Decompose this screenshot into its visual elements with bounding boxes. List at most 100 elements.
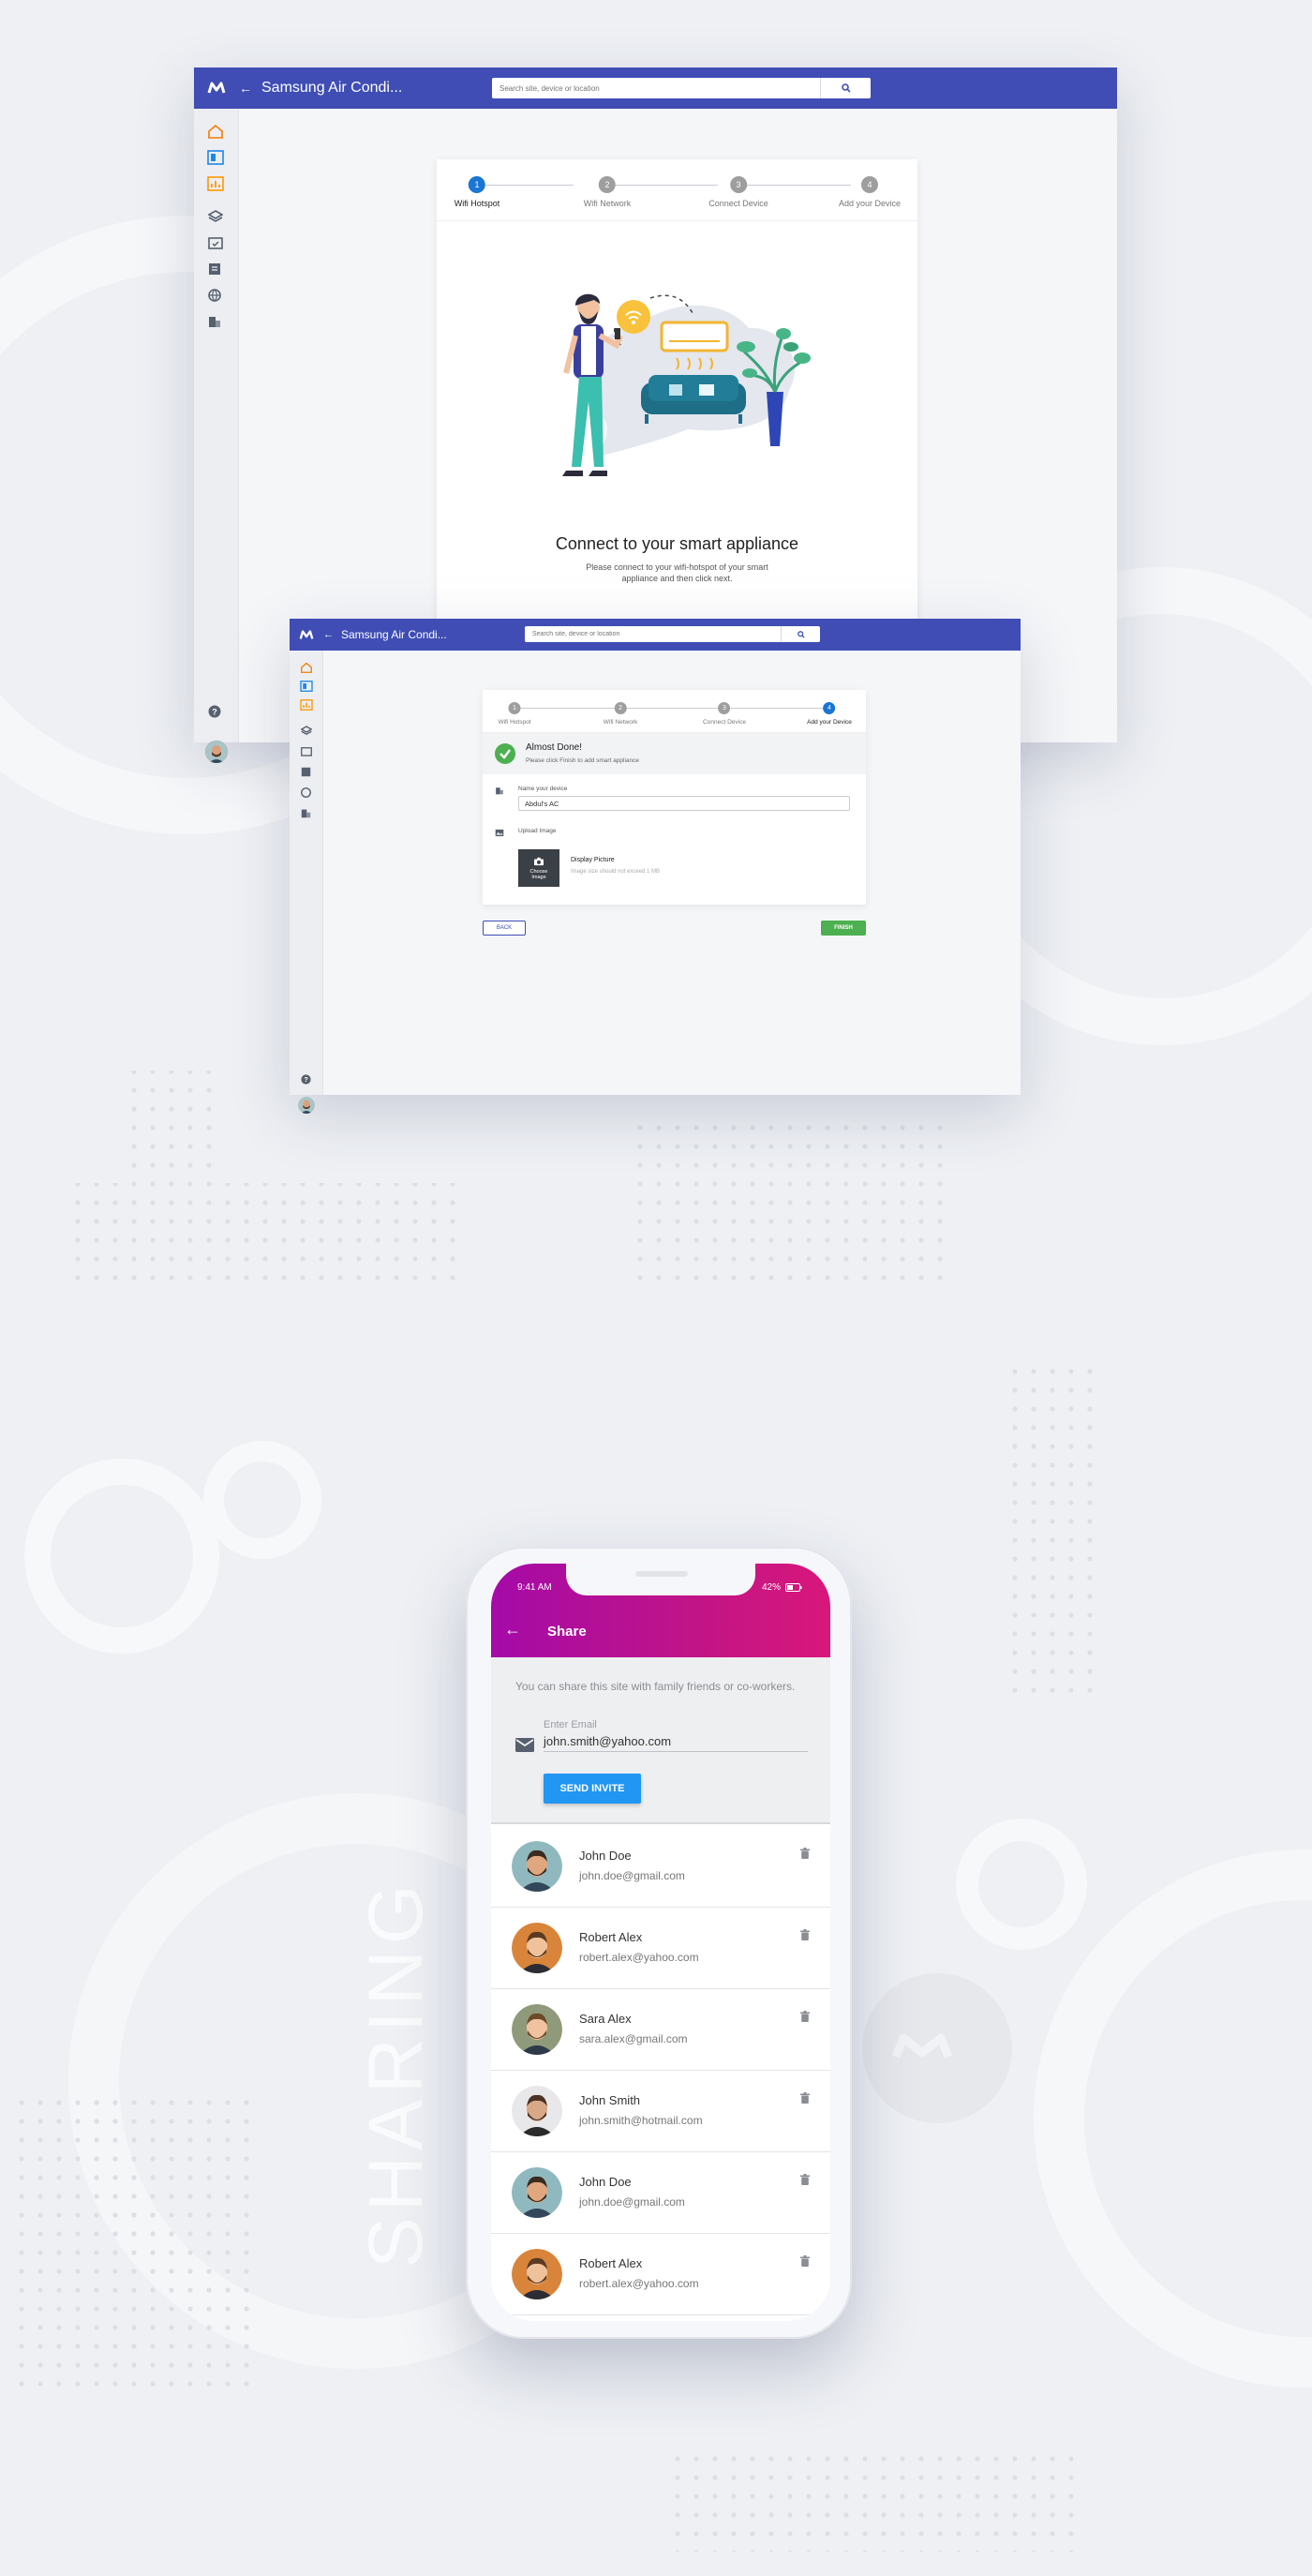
layers-icon[interactable]	[301, 726, 312, 736]
building-icon	[496, 787, 503, 795]
invite-section: You can share this site with family frie…	[491, 1657, 830, 1824]
analytics-icon[interactable]	[300, 699, 313, 711]
step-connect-device[interactable]: 3 Connect Device	[703, 702, 746, 726]
search-icon[interactable]	[781, 626, 820, 642]
calendar-icon[interactable]	[301, 746, 312, 756]
device-name-input[interactable]: Abdul's AC	[518, 796, 850, 811]
delete-icon[interactable]	[800, 1928, 810, 1945]
step-connect-device[interactable]: 3 Connect Device	[708, 176, 768, 208]
contact-row[interactable]: John Doe john.doe@gmail.com	[491, 1826, 830, 1908]
contact-avatar	[512, 2086, 562, 2136]
contact-row[interactable]: Robert Alex robert.alex@yahoo.com	[491, 2234, 830, 2315]
contact-row[interactable]: John Smith john.smith@hotmail.com	[491, 2071, 830, 2152]
contact-email: sara.alex@gmail.com	[579, 2032, 688, 2045]
search-input[interactable]	[492, 78, 820, 98]
brand-logo-icon[interactable]	[290, 619, 323, 651]
image-icon	[495, 829, 504, 837]
delete-icon[interactable]	[800, 2091, 810, 2108]
image-size-hint: Image size should not exceed 1 MB	[571, 869, 661, 875]
globe-icon[interactable]	[301, 787, 311, 798]
smart-home-illustration	[562, 293, 811, 476]
user-avatar[interactable]	[205, 741, 228, 763]
delete-icon[interactable]	[800, 1847, 810, 1864]
check-circle-icon	[495, 743, 515, 764]
user-avatar[interactable]	[298, 1097, 315, 1114]
contact-avatar	[512, 2167, 562, 2218]
document-icon[interactable]	[301, 767, 311, 777]
step-wifi-network[interactable]: 2 Wifi Network	[584, 176, 631, 208]
share-screen: 9:41 AM 42% ← Share You can share this s…	[491, 1564, 830, 2321]
success-subtitle: Please click Finish to add smart applian…	[526, 757, 640, 764]
device-title: Samsung Air Condi...	[261, 80, 403, 96]
search-input[interactable]	[525, 626, 781, 642]
page-subtitle: Please connect to your wifi-hotspot of y…	[586, 562, 768, 584]
phone-notch	[566, 1564, 755, 1595]
step-add-your-device[interactable]: 4 Add your Device	[839, 176, 901, 208]
home-icon[interactable]	[300, 662, 313, 673]
contact-name: Robert Alex	[579, 2256, 643, 2270]
add-device-card: 1 Wifi Hotspot 2 Wifi Network 3 Connect …	[483, 690, 866, 905]
contact-email: john.doe@gmail.com	[579, 2195, 685, 2209]
contact-email: robert.alex@yahoo.com	[579, 1951, 699, 1964]
contact-row[interactable]: Robert Alex robert.alex@yahoo.com	[491, 1908, 830, 1989]
svg-text:?: ?	[212, 708, 217, 717]
step-wifi-hotspot[interactable]: 1 Wifi Hotspot	[498, 702, 531, 726]
success-banner: Almost Done! Please click Finish to add …	[483, 733, 866, 774]
section-label: SHARING	[353, 1879, 439, 2269]
calendar-icon[interactable]	[208, 236, 223, 249]
delete-icon[interactable]	[800, 2254, 810, 2271]
building-icon[interactable]	[208, 315, 221, 328]
home-icon[interactable]	[207, 124, 224, 139]
send-invite-button[interactable]: SEND INVITE	[544, 1774, 641, 1804]
step-add-your-device[interactable]: 4 Add your Device	[807, 702, 852, 726]
document-icon[interactable]	[208, 262, 221, 276]
delete-icon[interactable]	[800, 2173, 810, 2190]
choose-image-button[interactable]: Choose Image	[518, 849, 559, 887]
contact-avatar	[512, 1841, 562, 1892]
back-arrow-icon[interactable]: ←	[504, 1620, 521, 1640]
contact-name: John Smith	[579, 2093, 641, 2107]
battery-icon	[785, 1583, 802, 1592]
display-picture-label: Display Picture	[571, 857, 615, 863]
step-wifi-network[interactable]: 2 Wifi Network	[604, 702, 637, 726]
contact-email: robert.alex@yahoo.com	[579, 2277, 699, 2290]
contact-name: John Doe	[579, 1849, 632, 1863]
email-field-label: Enter Email	[544, 1719, 597, 1730]
finish-button[interactable]: FINISH	[821, 921, 866, 936]
search-bar	[525, 626, 820, 642]
search-icon[interactable]	[820, 78, 871, 98]
status-time: 9:41 AM	[517, 1582, 552, 1593]
success-title: Almost Done!	[526, 742, 583, 753]
contact-avatar	[512, 2004, 562, 2055]
share-description: You can share this site with family frie…	[515, 1680, 796, 1693]
globe-icon[interactable]	[208, 289, 221, 302]
contact-email: john.smith@hotmail.com	[579, 2114, 703, 2127]
brand-logo-icon[interactable]	[194, 67, 239, 109]
contact-name: Robert Alex	[579, 1930, 643, 1944]
analytics-icon[interactable]	[207, 176, 224, 191]
status-battery: 42%	[762, 1582, 802, 1593]
delete-icon[interactable]	[800, 2010, 810, 2027]
stepper: 1 Wifi Hotspot 2 Wifi Network 3 Connect …	[437, 159, 917, 221]
connect-instructions: Connect to your smart appliance Please c…	[437, 534, 917, 584]
contact-row[interactable]: John Doe john.doe@gmail.com	[491, 2152, 830, 2234]
contact-email: john.doe@gmail.com	[579, 1869, 685, 1882]
svg-text:?: ?	[304, 1077, 307, 1084]
dashboard-icon[interactable]	[300, 681, 313, 692]
page-title: Connect to your smart appliance	[555, 534, 799, 553]
layers-icon[interactable]	[208, 210, 223, 223]
share-header: 9:41 AM 42% ← Share	[491, 1564, 830, 1657]
help-icon[interactable]: ?	[208, 705, 221, 718]
step-wifi-hotspot[interactable]: 1 Wifi Hotspot	[455, 176, 499, 208]
email-input[interactable]: john.smith@yahoo.com	[544, 1734, 671, 1748]
building-icon[interactable]	[301, 808, 311, 818]
contact-avatar	[512, 2249, 562, 2299]
screen-title: Share	[547, 1624, 587, 1640]
back-button[interactable]: BACK	[483, 921, 526, 936]
help-icon[interactable]: ?	[301, 1074, 311, 1085]
back-arrow-icon[interactable]: ←	[239, 81, 252, 96]
search-bar	[492, 78, 871, 98]
dashboard-icon[interactable]	[207, 150, 224, 165]
back-arrow-icon[interactable]: ←	[323, 629, 334, 640]
contact-row[interactable]: Sara Alex sara.alex@gmail.com	[491, 1989, 830, 2071]
